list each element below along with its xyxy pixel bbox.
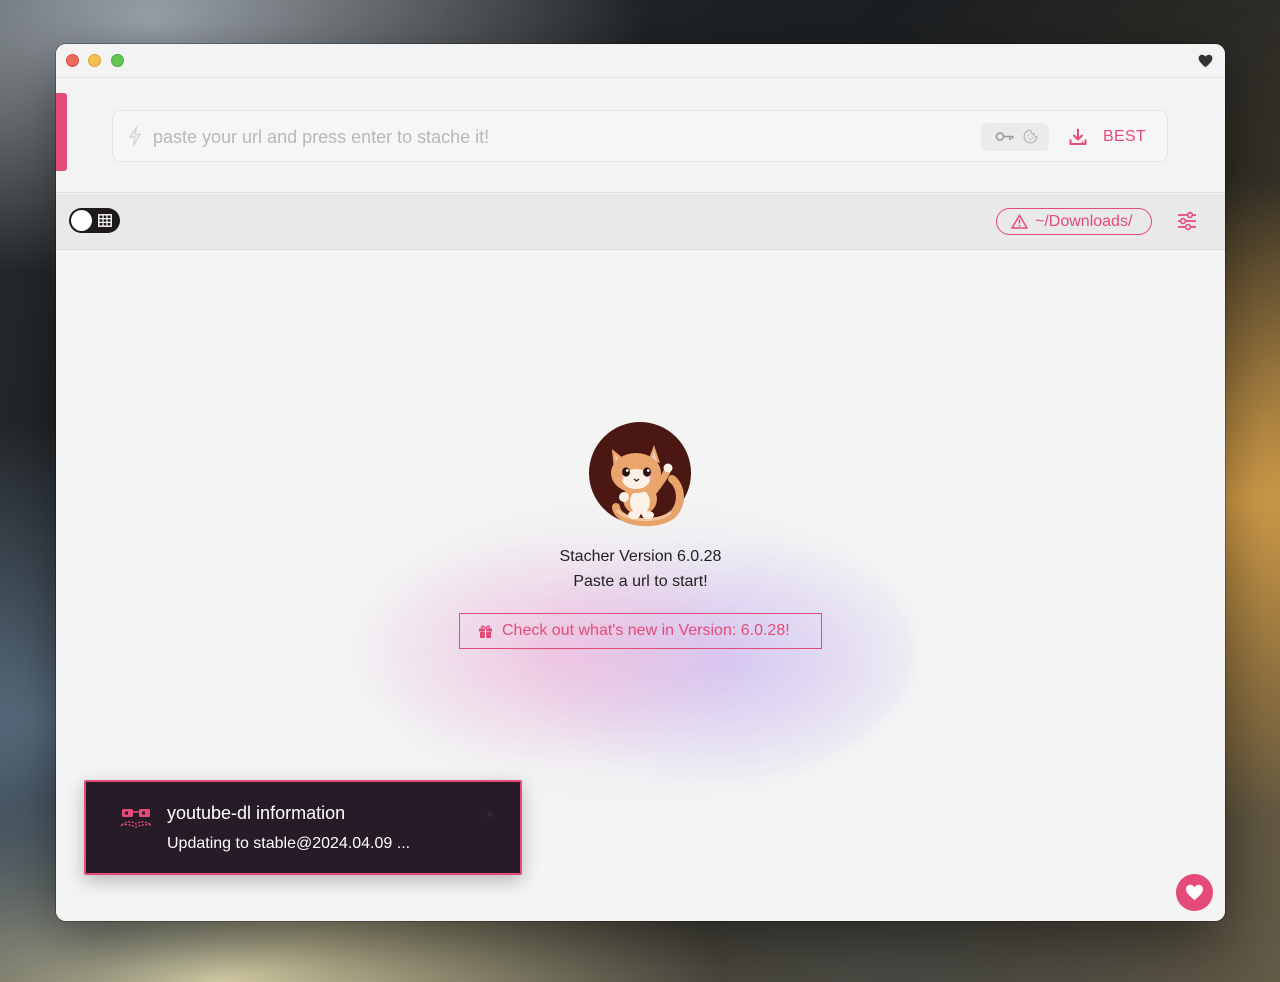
app-window: BEST ~/Downloads/ <box>56 44 1225 921</box>
notification-toast: youtube-dl information Updating to stabl… <box>84 780 522 875</box>
toolbar: ~/Downloads/ <box>56 194 1225 250</box>
view-mode-toggle[interactable] <box>69 208 120 233</box>
mustache-glasses-icon <box>120 809 152 828</box>
cat-mascot-logo <box>589 422 691 527</box>
url-input[interactable] <box>153 123 933 151</box>
support-button[interactable] <box>1176 874 1213 911</box>
toggle-knob <box>71 210 92 231</box>
format-label: BEST <box>1103 128 1146 145</box>
app-version-text: Stacher Version 6.0.28 <box>559 548 722 565</box>
close-icon[interactable]: × <box>486 806 494 822</box>
sliders-icon[interactable] <box>1176 210 1198 232</box>
toast-title: youtube-dl information <box>167 803 346 823</box>
key-icon[interactable] <box>995 130 1015 143</box>
minimize-window-button[interactable] <box>88 54 101 67</box>
table-icon <box>98 214 112 227</box>
cookie-icon[interactable] <box>1023 129 1038 144</box>
url-header: BEST <box>56 79 1225 193</box>
credentials-toggle[interactable] <box>981 123 1049 151</box>
close-window-button[interactable] <box>66 54 79 67</box>
whats-new-label: Check out what's new in Version: 6.0.28! <box>502 622 790 639</box>
heart-icon[interactable] <box>1198 54 1213 68</box>
url-bar: BEST <box>112 110 1168 162</box>
accent-bar <box>56 93 67 171</box>
download-icon <box>1069 128 1087 145</box>
whats-new-button[interactable]: Check out what's new in Version: 6.0.28! <box>459 613 822 649</box>
main-content: Stacher Version 6.0.28 Paste a url to st… <box>56 251 1225 921</box>
toast-message: Updating to stable@2024.04.09 ... <box>167 835 411 852</box>
format-select-button[interactable]: BEST <box>1069 123 1146 151</box>
gift-icon <box>479 625 492 638</box>
bolt-icon <box>129 126 141 146</box>
download-folder-path: ~/Downloads/ <box>1035 212 1133 230</box>
download-folder-button[interactable]: ~/Downloads/ <box>996 208 1152 235</box>
start-hint-text: Paste a url to start! <box>573 573 708 590</box>
zoom-window-button[interactable] <box>111 54 124 67</box>
heart-icon <box>1186 884 1203 901</box>
background-glow <box>356 501 916 801</box>
warning-icon <box>1011 214 1028 229</box>
title-bar <box>56 44 1225 78</box>
